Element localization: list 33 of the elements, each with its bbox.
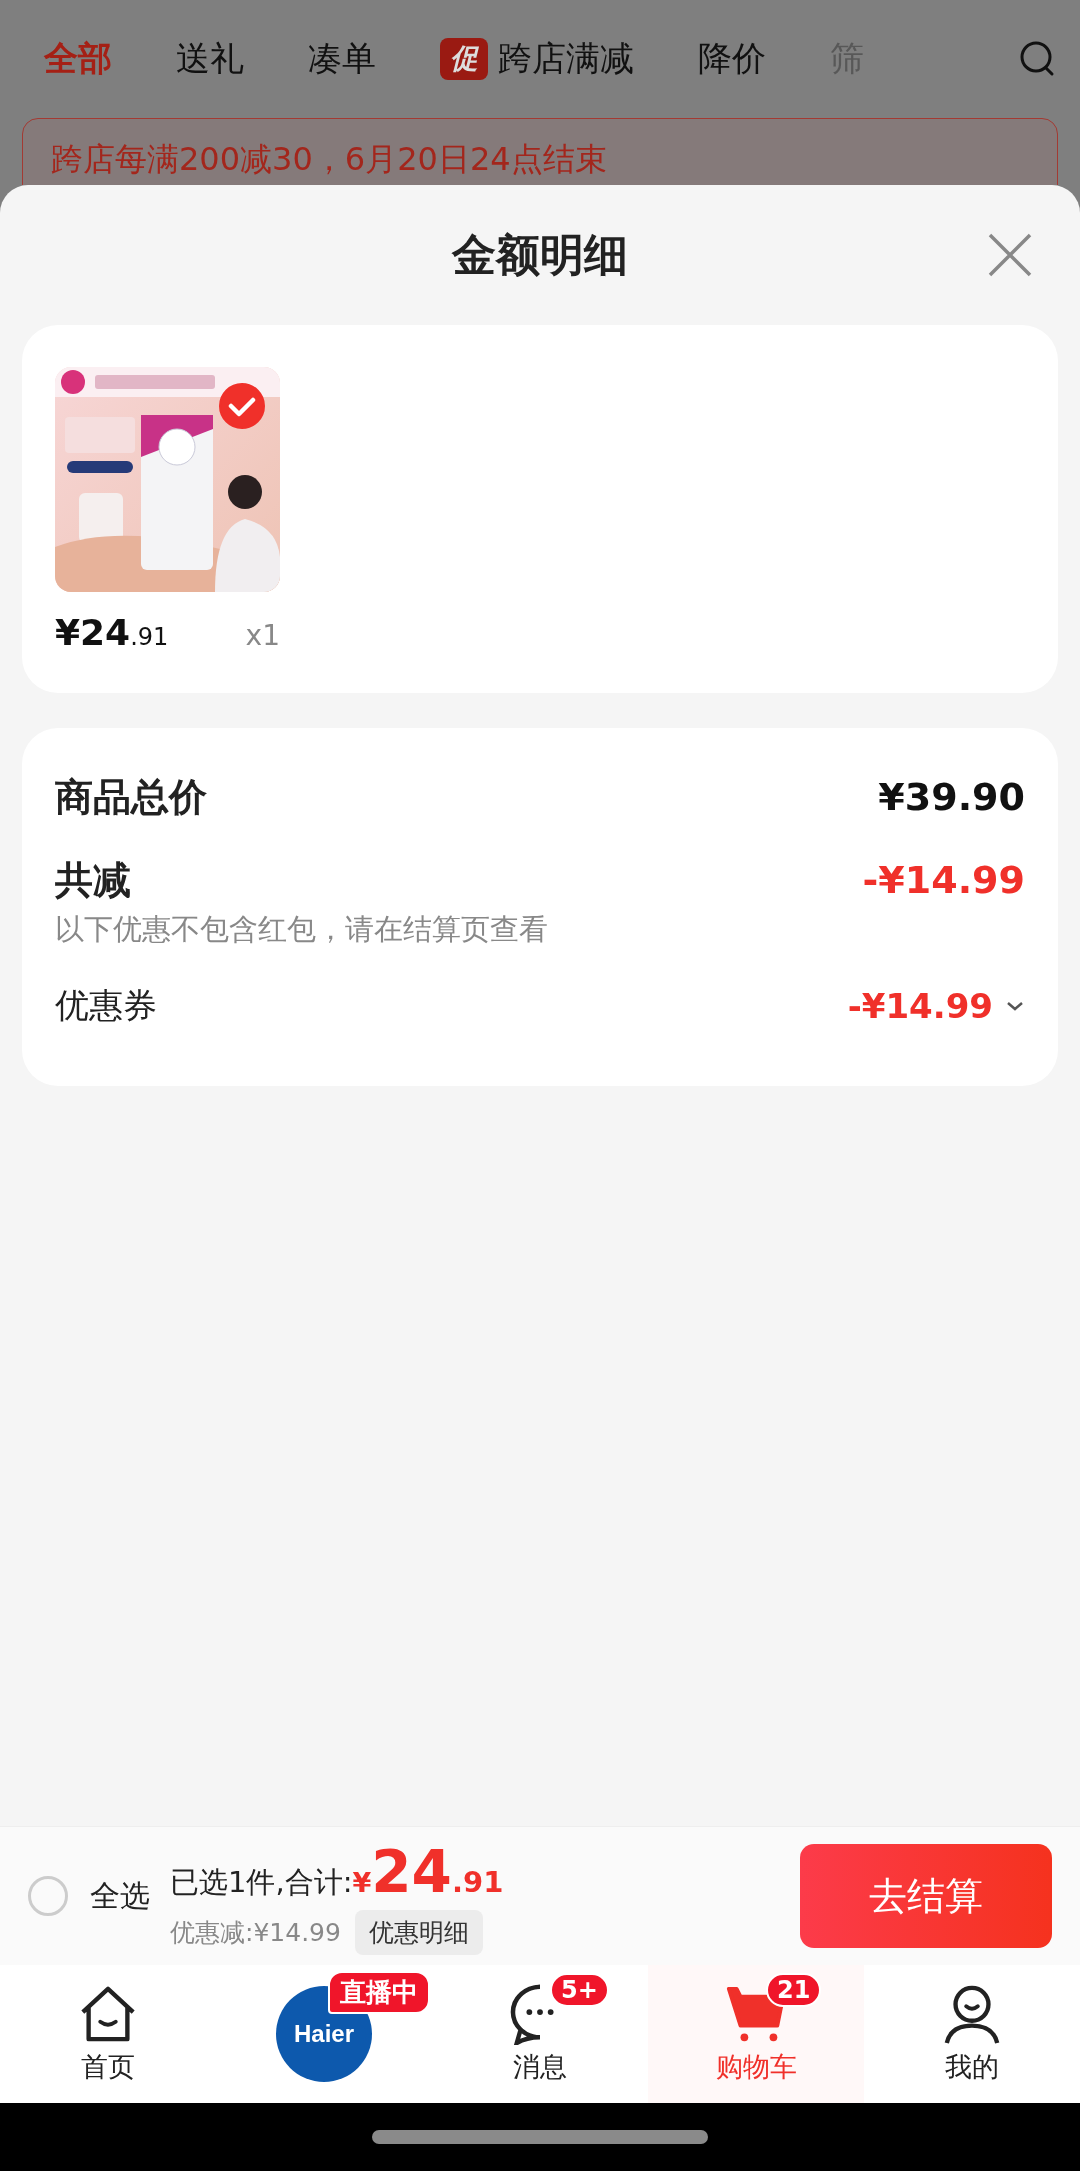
summary-label: 共减 — [55, 856, 131, 904]
radio-button[interactable] — [28, 1876, 68, 1916]
item-price: ¥24.91 — [55, 612, 169, 653]
select-all-label[interactable]: 全选 — [90, 1875, 150, 1917]
count-badge: 5+ — [550, 1973, 609, 2007]
category-tab[interactable]: 降价 — [698, 36, 766, 82]
nav-tab[interactable]: 我的 — [945, 2049, 999, 2085]
sheet-title: 金额明细 — [452, 227, 628, 282]
nav-tab[interactable]: 消息 — [513, 2049, 567, 2085]
summary-value: ¥39.90 — [878, 775, 1025, 819]
discount-value: -¥14.99 — [862, 858, 1025, 902]
count-badge: 21 — [766, 1973, 822, 2007]
summary-label: 商品总价 — [55, 773, 207, 821]
item-quantity: x1 — [245, 619, 280, 652]
total-label: 已选1件,合计: — [170, 1863, 353, 1901]
checked-icon[interactable] — [219, 383, 265, 429]
discount-amount: 优惠减:¥14.99 — [170, 1916, 341, 1949]
discount-note: 以下优惠不包含红包，请在结算页查看 — [55, 911, 549, 948]
promo-text: 跨店每满200减30，6月20日24点结束 — [51, 139, 607, 180]
live-badge: 直播中 — [328, 1971, 430, 2014]
close-icon[interactable] — [988, 233, 1032, 277]
promo-badge: 促 — [440, 38, 488, 80]
category-tab[interactable]: 凑单 — [308, 36, 376, 82]
coupon-label: 优惠券 — [55, 984, 157, 1027]
category-tab[interactable]: 送礼 — [176, 36, 244, 82]
nav-tab[interactable]: 首页 — [81, 2049, 135, 2085]
chevron-icon[interactable] — [1005, 1000, 1025, 1012]
nav-tab[interactable]: 购物车 — [715, 2049, 797, 2085]
total-amount: ¥24.91 — [352, 1837, 504, 1906]
coupon-value[interactable]: -¥14.99 — [847, 986, 993, 1026]
checkout-button[interactable]: 去结算 — [800, 1844, 1052, 1948]
category-tab[interactable]: 促 跨店满减 — [440, 36, 634, 82]
discount-detail-button[interactable]: 优惠明细 — [354, 1909, 483, 1955]
